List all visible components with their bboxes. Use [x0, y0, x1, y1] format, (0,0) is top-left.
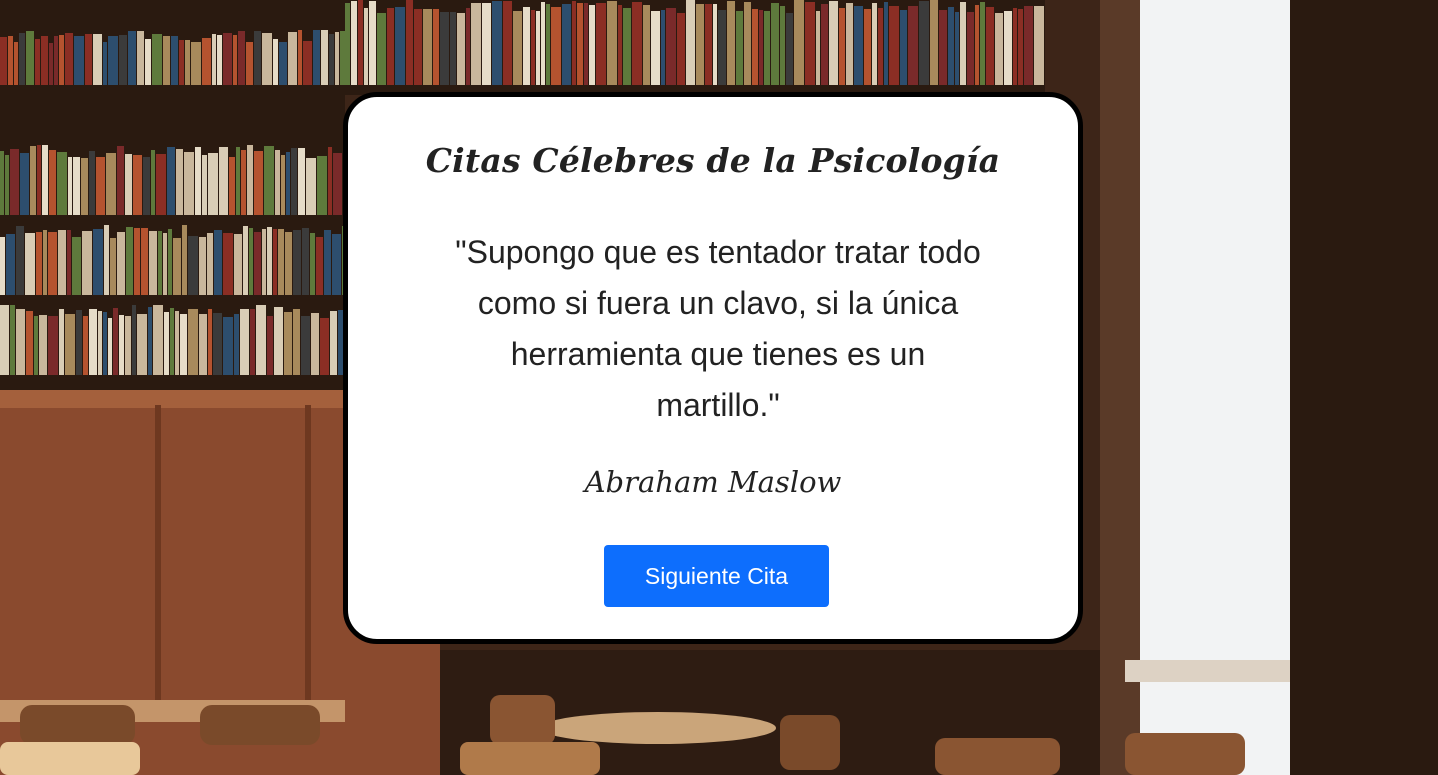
library-background-scene: Citas Célebres de la Psicología "Supongo…	[0, 0, 1438, 775]
quote-author: Abraham Maslow	[584, 465, 842, 499]
quote-text: "Supongo que es tentador tratar todo com…	[455, 234, 981, 423]
quote-card: Citas Célebres de la Psicología "Supongo…	[343, 92, 1083, 644]
next-quote-button[interactable]: Siguiente Cita	[604, 545, 829, 607]
quote-card-title: Citas Célebres de la Psicología	[425, 141, 1001, 180]
